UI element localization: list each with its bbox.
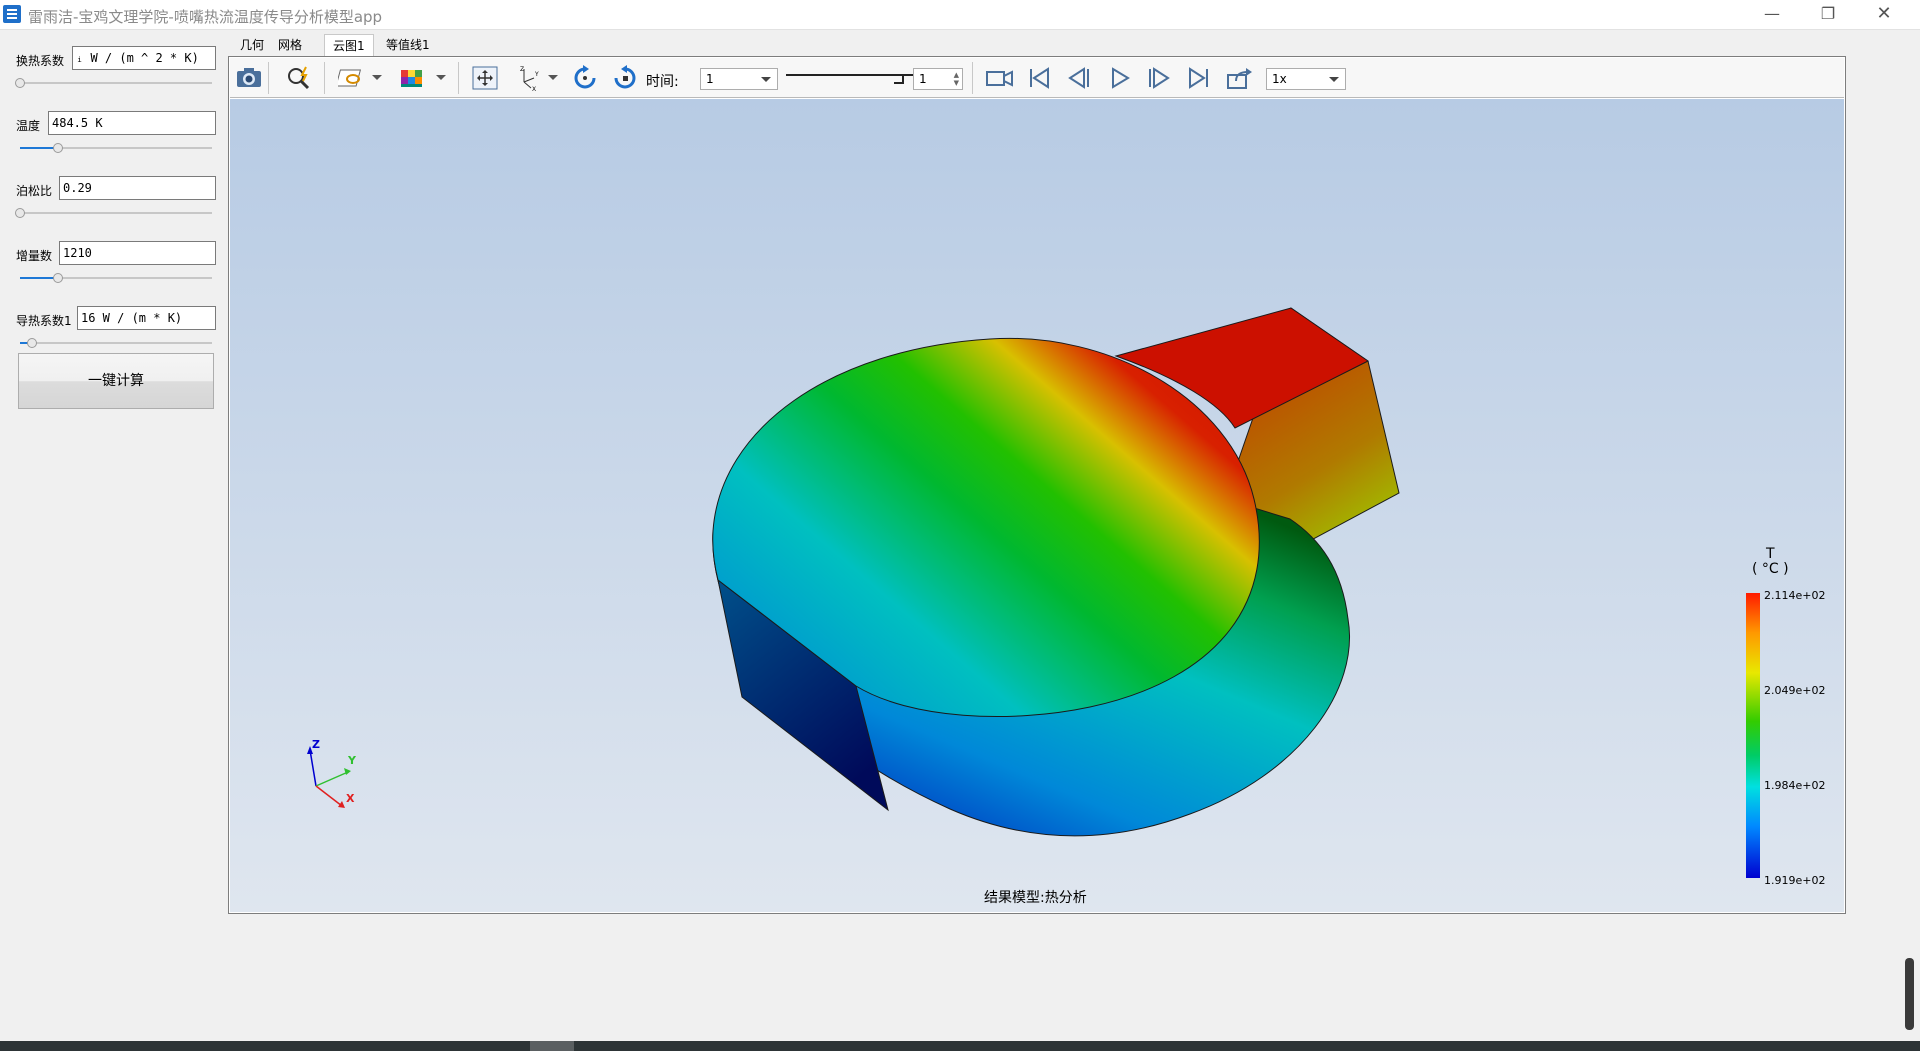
poisson-ratio-input[interactable]: 0.29	[59, 176, 216, 200]
slider-thumb[interactable]	[15, 78, 25, 88]
axis-orientation-button[interactable]: Z Y X	[514, 64, 544, 93]
record-video-icon	[986, 70, 1013, 87]
orientation-triad: Z Y X	[307, 738, 357, 808]
taskbar-item[interactable]	[530, 1041, 574, 1051]
view-toolbar: Z Y X 时间: 1 1 ▲ ▼ 1x	[230, 58, 1844, 98]
minimize-icon: —	[1764, 4, 1780, 23]
slider-thumb[interactable]	[15, 208, 25, 218]
slider-thumb[interactable]	[53, 143, 64, 153]
time-slider-end[interactable]	[894, 74, 904, 84]
legend-unit: ( °C )	[1752, 561, 1789, 577]
param-poisson-ratio: 泊松比 0.29	[15, 176, 216, 236]
play-button[interactable]	[1104, 64, 1134, 92]
param-label: 增量数	[16, 249, 53, 263]
record-video-button[interactable]	[984, 64, 1014, 92]
color-cube-icon	[401, 70, 422, 87]
heat-transfer-coef-input[interactable]: ᵢ W / (m ^ 2 * K)	[72, 46, 216, 70]
prev-frame-icon	[1068, 67, 1089, 89]
prev-frame-button[interactable]	[1064, 64, 1094, 92]
restore-icon: ❐	[1820, 4, 1836, 23]
3d-viewport[interactable]: T ( °C ) 2.114e+02 2.049e+02 1.984e+02 1…	[230, 99, 1844, 912]
step-spinbox[interactable]: 1 ▲ ▼	[913, 68, 963, 90]
taskbar	[0, 1041, 1920, 1051]
color-map-button[interactable]	[396, 64, 426, 92]
triad-y-label: Y	[347, 754, 357, 767]
legend-color-bar	[1746, 593, 1760, 878]
title-bar: 雷雨洁-宝鸡文理学院-喷嘴热流温度传导分析模型app — ❐ ✕	[0, 0, 1920, 30]
triad-z-label: Z	[312, 738, 320, 751]
time-select[interactable]: 1	[700, 68, 778, 90]
poisson-ratio-slider[interactable]	[15, 208, 212, 218]
tab-geometry[interactable]: 几何	[232, 34, 272, 56]
view-plane-icon	[335, 69, 362, 87]
temperature-slider[interactable]	[20, 143, 212, 153]
tab-contour-plot[interactable]: 云图1	[324, 34, 374, 56]
scroll-indicator[interactable]	[1905, 958, 1914, 1030]
tab-mesh[interactable]: 网格	[270, 34, 310, 56]
slider-thumb[interactable]	[53, 273, 64, 283]
time-slider-track[interactable]	[786, 74, 926, 76]
svg-text:X: X	[532, 86, 536, 92]
camera-icon	[237, 68, 261, 87]
param-label: 温度	[16, 119, 41, 133]
increment-count-slider[interactable]	[20, 273, 212, 283]
screenshot-button[interactable]	[234, 64, 264, 92]
play-icon	[1112, 67, 1130, 89]
param-increment-count: 增量数 1210	[16, 241, 216, 301]
param-temperature: 温度 484.5 K	[16, 111, 216, 171]
increment-count-input[interactable]: 1210	[59, 241, 216, 265]
legend-title: T ( °C )	[1752, 547, 1789, 577]
legend-label-max: 2.114e+02	[1764, 589, 1826, 602]
restore-button[interactable]: ❐	[1800, 0, 1856, 30]
heat-transfer-coef-slider[interactable]	[15, 78, 212, 88]
window-title: 雷雨洁-宝鸡文理学院-喷嘴热流温度传导分析模型app	[28, 8, 383, 26]
svg-text:Z: Z	[520, 66, 524, 73]
fit-view-button[interactable]	[470, 64, 500, 92]
step-value: 1	[919, 72, 927, 86]
close-button[interactable]: ✕	[1856, 0, 1912, 30]
next-frame-button[interactable]	[1144, 64, 1174, 92]
thermal-conductivity-input[interactable]: 16 W / (m * K)	[77, 306, 216, 330]
thermal-conductivity-slider[interactable]	[20, 338, 212, 348]
minimize-button[interactable]: —	[1744, 0, 1800, 30]
first-frame-icon	[1030, 67, 1049, 89]
app-icon	[3, 5, 21, 23]
triad-x-label: X	[346, 792, 355, 805]
param-label: 导热系数1	[16, 314, 72, 328]
legend-variable: T	[1766, 546, 1775, 562]
zoom-icon	[288, 66, 310, 90]
calculate-button[interactable]: 一键计算	[18, 353, 214, 409]
legend-label-3: 1.984e+02	[1764, 779, 1826, 792]
thermal-model-render	[712, 307, 1400, 837]
rotate-ccw-button[interactable]	[610, 64, 640, 92]
param-label: 换热系数	[16, 54, 65, 68]
legend-label-min: 1.919e+02	[1764, 874, 1826, 887]
export-icon	[1227, 68, 1252, 89]
tab-isoline[interactable]: 等值线1	[378, 34, 438, 56]
rotate-cw-button[interactable]	[570, 64, 600, 92]
param-label: 泊松比	[16, 184, 53, 198]
last-frame-button[interactable]	[1184, 64, 1214, 92]
result-view-frame: Z Y X 时间: 1 1 ▲ ▼ 1x T (°C) 2.114e+02 2.…	[228, 56, 1846, 914]
fit-view-icon	[472, 66, 498, 90]
clip-plane-button[interactable]	[335, 64, 368, 92]
first-frame-button[interactable]	[1024, 64, 1054, 92]
last-frame-icon	[1189, 67, 1208, 89]
slider-thumb[interactable]	[26, 338, 37, 348]
temperature-input[interactable]: 484.5 K	[48, 111, 216, 135]
svg-text:Y: Y	[534, 71, 539, 78]
axis-triad-icon: Z Y X	[520, 66, 539, 93]
playback-speed-select[interactable]: 1x	[1266, 68, 1346, 90]
export-button[interactable]	[1224, 64, 1254, 92]
next-frame-icon	[1149, 67, 1170, 89]
time-label: 时间:	[646, 74, 679, 90]
result-caption: 结果模型:热分析	[984, 890, 1087, 906]
rotate-cw-icon	[574, 65, 596, 89]
legend-label-2: 2.049e+02	[1764, 684, 1826, 697]
rotate-ccw-icon	[614, 65, 636, 89]
spin-arrows-icon[interactable]: ▲ ▼	[954, 71, 959, 87]
param-heat-transfer-coef: 换热系数 ᵢ W / (m ^ 2 * K)	[15, 46, 216, 106]
close-icon: ✕	[1876, 3, 1892, 24]
zoom-button[interactable]	[284, 64, 314, 92]
